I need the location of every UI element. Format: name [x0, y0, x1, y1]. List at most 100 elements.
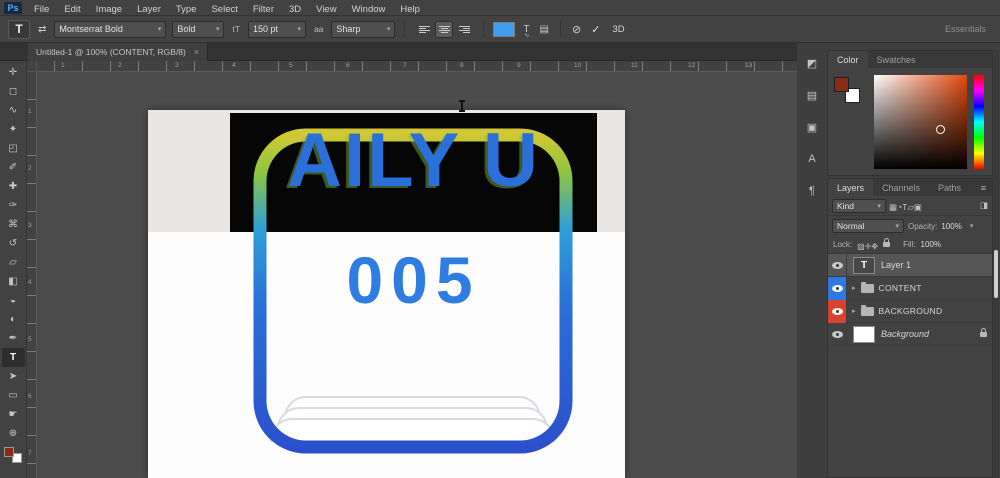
- panel-scrollbar[interactable]: [993, 50, 999, 478]
- zoom-tool[interactable]: ⊕: [2, 424, 25, 443]
- menu-item-view[interactable]: View: [316, 4, 336, 15]
- foreground-color-chip[interactable]: [834, 77, 849, 92]
- artwork-headline-text[interactable]: AILY U: [230, 122, 597, 200]
- menu-items: File Edit Image Layer Type Select Filter 3D View…: [34, 0, 435, 17]
- visibility-toggle[interactable]: [828, 300, 847, 323]
- pen-tool[interactable]: ✒: [2, 329, 25, 348]
- layer-thumbnail[interactable]: [853, 326, 875, 343]
- dodge-tool[interactable]: ◐: [2, 310, 25, 329]
- move-tool[interactable]: ✛: [2, 63, 25, 82]
- disclosure-icon[interactable]: ▸: [852, 307, 856, 315]
- menu-item-select[interactable]: Select: [211, 4, 237, 15]
- saturation-field[interactable]: [874, 75, 967, 169]
- layer-name[interactable]: CONTENT: [879, 283, 922, 293]
- cancel-edits-icon[interactable]: ⊘: [570, 23, 583, 36]
- menu-item-type[interactable]: Type: [176, 4, 197, 15]
- align-center-button[interactable]: [435, 21, 453, 38]
- filter-kind-select[interactable]: Kind ▾: [832, 199, 886, 213]
- eyedropper-tool[interactable]: ✐: [2, 158, 25, 177]
- filter-smart-objects-icon[interactable]: ▣: [914, 202, 922, 212]
- scrollbar-thumb[interactable]: [994, 250, 998, 298]
- layer-row-layer1[interactable]: T Layer 1: [828, 254, 992, 277]
- layer-name[interactable]: Layer 1: [881, 260, 911, 270]
- adjustments-panel-icon[interactable]: ◩: [801, 53, 823, 73]
- layer-row-content[interactable]: ▸ CONTENT: [828, 277, 992, 300]
- layer-row-background-group[interactable]: ▸ BACKGROUND: [828, 300, 992, 323]
- layer-row-background[interactable]: Background: [828, 323, 992, 346]
- menu-item-window[interactable]: Window: [352, 4, 386, 15]
- lock-transparent-pixels-icon[interactable]: ▨: [857, 242, 865, 251]
- crop-tool[interactable]: ◰: [2, 139, 25, 158]
- menu-item-layer[interactable]: Layer: [137, 4, 161, 15]
- shape-tool[interactable]: ▭: [2, 386, 25, 405]
- hue-slider[interactable]: [974, 75, 984, 169]
- align-right-button[interactable]: [455, 21, 473, 38]
- gradient-tool[interactable]: ◧: [2, 272, 25, 291]
- visibility-toggle[interactable]: [828, 254, 847, 277]
- layer-name[interactable]: Background: [881, 329, 929, 339]
- lock-position-icon[interactable]: ✥: [871, 242, 878, 251]
- anti-alias-select[interactable]: Sharp ▾: [331, 21, 395, 38]
- font-style-select[interactable]: Bold ▾: [172, 21, 224, 38]
- align-left-button[interactable]: [415, 21, 433, 38]
- disclosure-icon[interactable]: ▸: [852, 284, 856, 292]
- menu-item-filter[interactable]: Filter: [253, 4, 274, 15]
- toolbar-color-chips[interactable]: [4, 447, 22, 463]
- panel-menu-icon[interactable]: ≡: [981, 183, 992, 193]
- menu-item-help[interactable]: Help: [400, 4, 420, 15]
- fill-value[interactable]: 100%: [921, 240, 941, 249]
- opacity-value[interactable]: 100%: [941, 222, 961, 231]
- filter-toggle-icon[interactable]: ◨: [980, 200, 988, 211]
- artwork-number-text[interactable]: 005: [230, 242, 597, 318]
- filter-pixel-layers-icon[interactable]: ▦: [889, 202, 897, 212]
- font-family-select[interactable]: Montserrat Bold ▾: [54, 21, 166, 38]
- blend-mode-select[interactable]: Normal ▾: [832, 219, 904, 233]
- visibility-toggle[interactable]: [828, 323, 847, 346]
- tab-paths[interactable]: Paths: [929, 179, 970, 196]
- canvas-area[interactable]: 12345678910111213 1234567: [27, 61, 797, 478]
- blur-tool[interactable]: ◒: [2, 291, 25, 310]
- brush-tool[interactable]: ✑: [2, 196, 25, 215]
- text-color-swatch[interactable]: [493, 22, 515, 37]
- layer-thumbnail[interactable]: T: [853, 257, 875, 274]
- path-selection-tool[interactable]: ➤: [2, 367, 25, 386]
- tab-layers[interactable]: Layers: [828, 179, 873, 196]
- layer-name[interactable]: BACKGROUND: [879, 306, 943, 316]
- lock-all-icon[interactable]: [883, 242, 890, 247]
- eraser-tool[interactable]: ▱: [2, 253, 25, 272]
- visibility-toggle[interactable]: [828, 277, 847, 300]
- menu-item-3d[interactable]: 3D: [289, 4, 301, 15]
- marquee-tool[interactable]: ◻: [2, 82, 25, 101]
- toggle-panels-icon[interactable]: ▤: [538, 24, 551, 35]
- text-orientation-toggle-icon[interactable]: ⇄: [36, 24, 48, 35]
- tab-color[interactable]: Color: [828, 51, 868, 68]
- type-tool[interactable]: T: [2, 348, 25, 367]
- workspace-switcher[interactable]: Essentials: [945, 24, 986, 34]
- current-tool-badge[interactable]: T: [8, 20, 30, 39]
- styles-panel-icon[interactable]: ▤: [801, 85, 823, 105]
- document-canvas[interactable]: AILY U 005: [148, 110, 625, 478]
- commit-edits-icon[interactable]: ✓: [589, 23, 602, 36]
- document-tab[interactable]: Untitled-1 @ 100% (CONTENT, RGB/8) ×: [28, 43, 208, 61]
- clone-stamp-tool[interactable]: ⌘: [2, 215, 25, 234]
- color-picker-ring[interactable]: [936, 125, 945, 134]
- close-icon[interactable]: ×: [194, 47, 199, 57]
- character-panel-icon[interactable]: A: [801, 149, 823, 169]
- menu-item-file[interactable]: File: [34, 4, 49, 15]
- menu-item-edit[interactable]: Edit: [64, 4, 80, 15]
- paragraph-panel-icon[interactable]: ¶: [801, 181, 823, 201]
- libraries-panel-icon[interactable]: ▣: [801, 117, 823, 137]
- warp-text-icon[interactable]: T: [521, 24, 531, 35]
- history-brush-tool[interactable]: ↺: [2, 234, 25, 253]
- photoshop-logo[interactable]: Ps: [4, 2, 22, 14]
- lasso-tool[interactable]: ∿: [2, 101, 25, 120]
- healing-brush-tool[interactable]: ✚: [2, 177, 25, 196]
- 3d-button[interactable]: 3D: [612, 24, 624, 35]
- quick-selection-tool[interactable]: ✦: [2, 120, 25, 139]
- font-size-select[interactable]: 150 pt ▾: [248, 21, 306, 38]
- hand-tool[interactable]: ☛: [2, 405, 25, 424]
- toolbar-foreground-chip[interactable]: [4, 447, 14, 457]
- tab-swatches[interactable]: Swatches: [868, 51, 925, 68]
- menu-item-image[interactable]: Image: [96, 4, 122, 15]
- tab-channels[interactable]: Channels: [873, 179, 929, 196]
